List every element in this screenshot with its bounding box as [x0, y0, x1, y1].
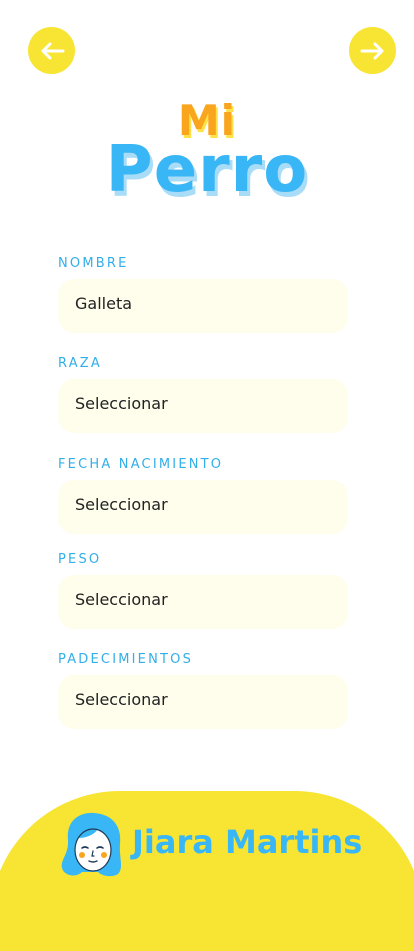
- fecha-nacimiento-value: Seleccionar: [75, 495, 168, 514]
- fecha-nacimiento-label: FECHA NACIMIENTO: [58, 457, 224, 472]
- nombre-label: NOMBRE: [58, 256, 129, 271]
- next-button[interactable]: [349, 27, 396, 74]
- peso-select[interactable]: Seleccionar: [58, 575, 348, 629]
- raza-value: Seleccionar: [75, 394, 168, 413]
- avatar[interactable]: [58, 810, 126, 880]
- raza-label: RAZA: [58, 356, 102, 371]
- page-title: Perro: [105, 133, 309, 207]
- padecimientos-value: Seleccionar: [75, 690, 168, 709]
- fecha-nacimiento-select[interactable]: Seleccionar: [58, 480, 348, 534]
- arrow-right-icon: [360, 42, 383, 59]
- padecimientos-label: PADECIMIENTOS: [58, 652, 194, 667]
- peso-value: Seleccionar: [75, 590, 168, 609]
- nombre-field[interactable]: Galleta: [58, 279, 348, 333]
- peso-label: PESO: [58, 552, 102, 567]
- user-name[interactable]: Jiara Martins: [132, 822, 362, 862]
- arrow-left-icon: [41, 42, 64, 59]
- padecimientos-select[interactable]: Seleccionar: [58, 675, 348, 729]
- back-button[interactable]: [28, 27, 75, 74]
- nombre-value: Galleta: [75, 294, 133, 313]
- raza-select[interactable]: Seleccionar: [58, 379, 348, 433]
